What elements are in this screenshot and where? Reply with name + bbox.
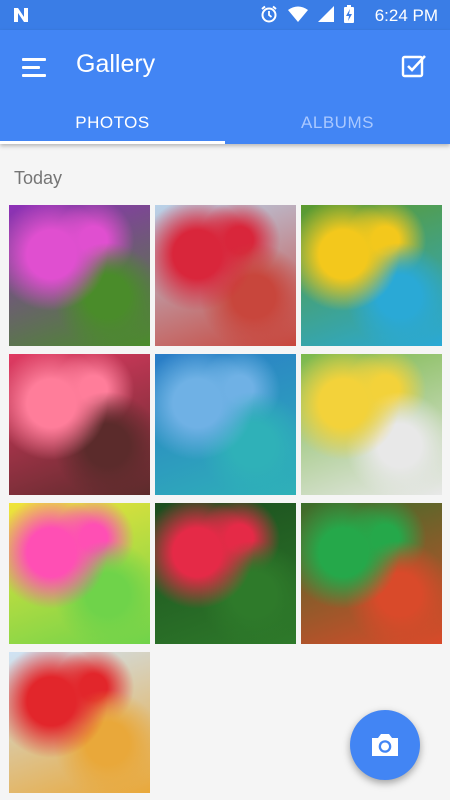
wifi-icon bbox=[288, 6, 308, 22]
signal-icon bbox=[318, 6, 334, 22]
photo-colorful-chicks[interactable] bbox=[9, 503, 150, 644]
n-logo-icon bbox=[14, 8, 28, 22]
alarm-icon bbox=[261, 5, 277, 23]
page-title: Gallery bbox=[76, 50, 156, 78]
photo-red-rose[interactable] bbox=[155, 503, 296, 644]
battery-charging-icon bbox=[344, 5, 354, 23]
photo-girl-umbrella[interactable] bbox=[301, 354, 442, 495]
photo-lovebirds[interactable] bbox=[301, 205, 442, 346]
section-title: Today bbox=[14, 168, 63, 188]
photo-red-sports-car[interactable] bbox=[9, 652, 150, 793]
tab-albums[interactable]: ALBUMS bbox=[225, 108, 450, 144]
checkbox-icon[interactable] bbox=[400, 52, 428, 80]
tab-photos[interactable]: PHOTOS bbox=[0, 108, 225, 144]
photo-burj-al-arab[interactable] bbox=[155, 354, 296, 495]
camera-button[interactable] bbox=[350, 710, 420, 780]
menu-icon-line bbox=[22, 74, 46, 77]
tab-indicator bbox=[0, 141, 225, 144]
app-bar: Gallery PHOTOS ALBUMS bbox=[0, 30, 450, 144]
tab-bar: PHOTOS ALBUMS bbox=[0, 108, 450, 144]
photo-red-heart-tree[interactable] bbox=[155, 205, 296, 346]
menu-icon-line bbox=[22, 66, 40, 69]
menu-button[interactable] bbox=[18, 50, 52, 84]
status-time: 6:24 PM bbox=[374, 6, 438, 25]
photo-purple-petunias[interactable] bbox=[9, 205, 150, 346]
camera-icon bbox=[372, 734, 398, 756]
photo-baby-elf[interactable] bbox=[301, 503, 442, 644]
photo-pink-tree[interactable] bbox=[9, 354, 150, 495]
menu-icon bbox=[22, 58, 46, 61]
status-bar: 6:24 PM bbox=[0, 0, 450, 30]
